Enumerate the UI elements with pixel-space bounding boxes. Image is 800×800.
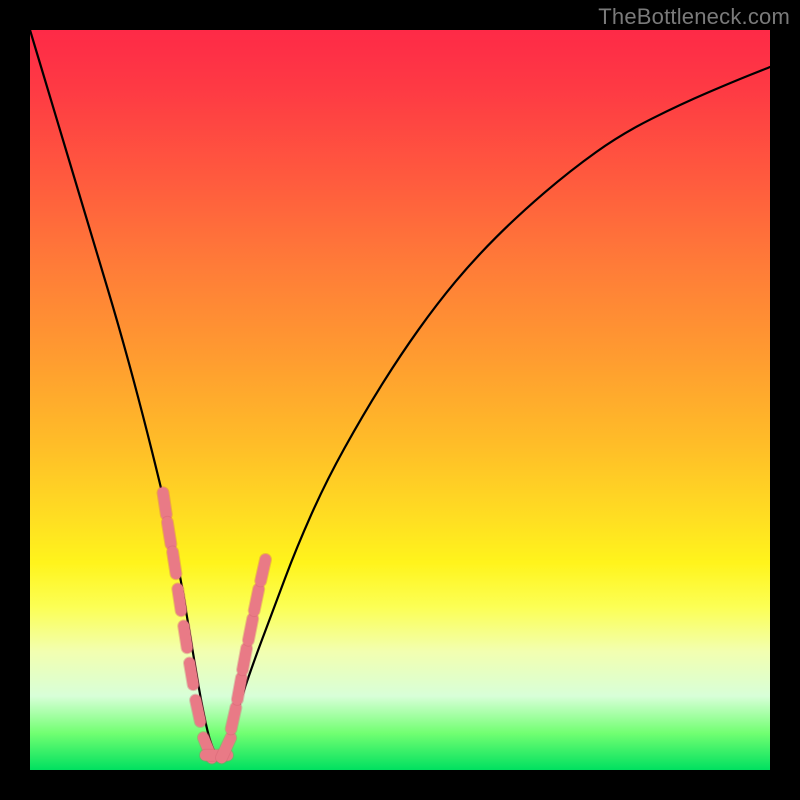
curve-marker	[248, 619, 252, 641]
curve-marker	[237, 678, 241, 700]
outer-frame: TheBottleneck.com	[0, 0, 800, 800]
curve-marker	[243, 648, 247, 670]
curve-marker	[254, 589, 259, 611]
curve-marker	[163, 493, 166, 515]
curve-marker	[167, 522, 171, 544]
curve-marker	[261, 560, 266, 581]
curve-marker	[184, 626, 187, 648]
bottleneck-chart	[30, 30, 770, 770]
bottleneck-curve-path	[30, 30, 770, 755]
curve-marker	[231, 708, 236, 729]
marker-layer	[163, 493, 266, 758]
curve-marker	[196, 700, 201, 721]
curve-marker	[190, 663, 194, 685]
watermark-text: TheBottleneck.com	[598, 4, 790, 30]
curve-marker	[173, 552, 176, 574]
curve-marker	[178, 589, 181, 611]
